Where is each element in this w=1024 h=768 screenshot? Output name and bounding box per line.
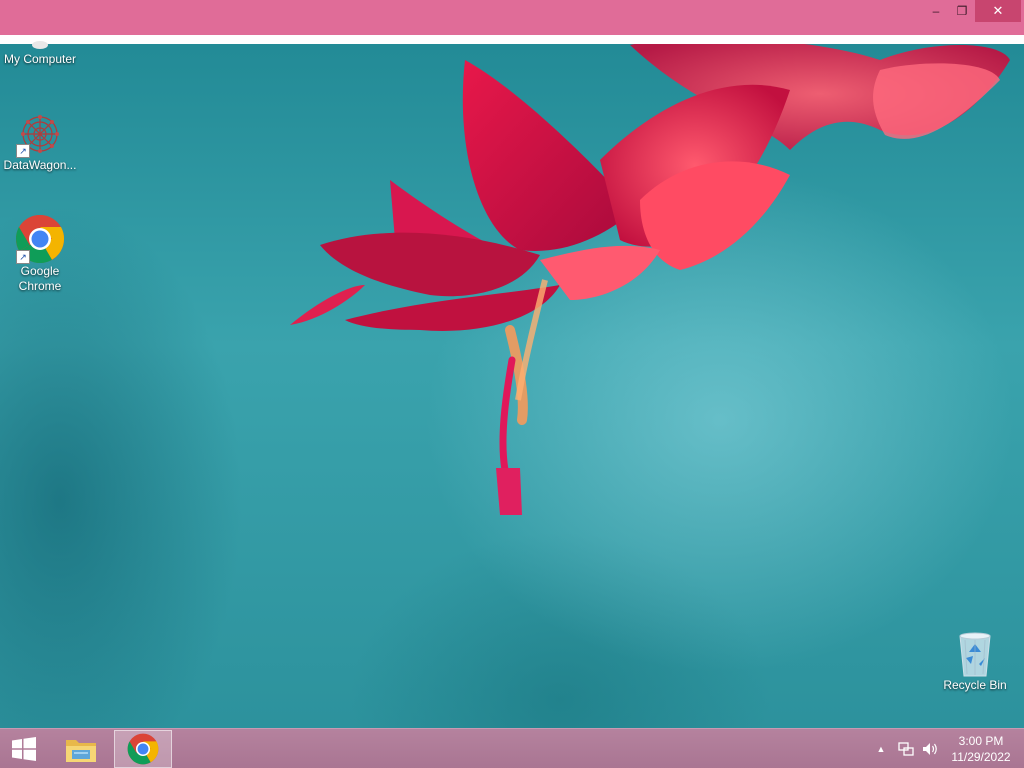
wallpaper-flower-image — [290, 37, 1010, 515]
window-content-strip — [0, 35, 1024, 44]
clock-date: 11/29/2022 — [951, 750, 1011, 764]
desktop-icon-recycle-bin[interactable]: Recycle Bin — [935, 630, 1015, 698]
folder-icon — [66, 740, 96, 762]
desktop-icon-label: Recycle Bin — [943, 678, 1007, 692]
shortcut-arrow-icon: ↗ — [16, 250, 30, 264]
window-titlebar: – ❐ ✕ — [0, 0, 1024, 35]
volume-icon[interactable] — [920, 729, 942, 768]
desktop-icon-label-line2: Chrome — [18, 279, 62, 293]
desktop-icon-my-computer[interactable]: My Computer — [0, 40, 80, 74]
clock-time: 3:00 PM — [958, 734, 1004, 748]
recycle-bin-icon — [959, 632, 991, 677]
close-button[interactable]: ✕ — [975, 0, 1021, 22]
desktop-icon-label-line1: Google — [20, 264, 60, 278]
desktop-icon-google-chrome[interactable]: ↗ Google Chrome — [0, 214, 80, 298]
windows-logo-icon — [12, 737, 36, 761]
show-hidden-icons-button[interactable]: ▲ — [874, 729, 888, 768]
taskbar: ▲ 3:00 PM 11/29/2022 — [0, 728, 1024, 768]
desktop-icon-datawagon[interactable]: ↗ DataWagon... — [0, 112, 80, 178]
taskbar-file-explorer-button[interactable] — [56, 729, 106, 768]
start-button[interactable] — [0, 729, 48, 768]
taskbar-clock[interactable]: 3:00 PM 11/29/2022 — [944, 733, 1018, 765]
shortcut-arrow-icon: ↗ — [16, 144, 30, 158]
taskbar-chrome-button[interactable] — [114, 730, 172, 768]
restore-button[interactable]: ❐ — [947, 0, 977, 22]
chrome-icon — [127, 733, 159, 765]
desktop-icon-label: My Computer — [3, 52, 77, 66]
computer-icon — [32, 41, 48, 49]
network-icon[interactable] — [896, 729, 916, 768]
desktop-icon-label: DataWagon... — [3, 158, 77, 172]
